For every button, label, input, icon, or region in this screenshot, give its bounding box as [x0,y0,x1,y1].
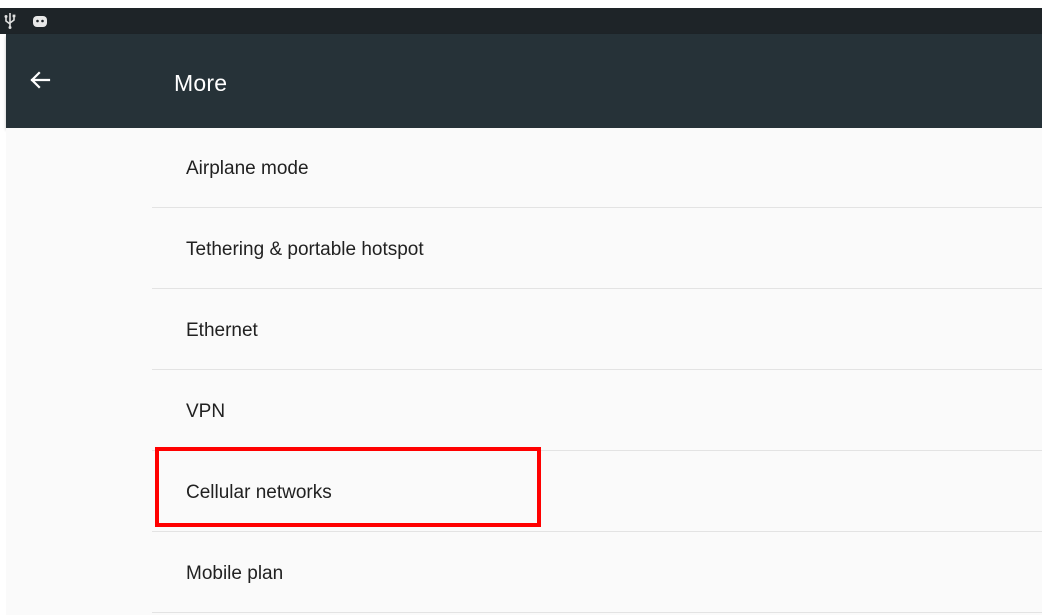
status-bar [0,8,1042,34]
divider [152,288,1042,289]
arrow-left-icon [29,69,51,96]
divider [152,207,1042,208]
list-item-label: Airplane mode [186,158,309,179]
list-item-airplane-mode[interactable]: Airplane mode [152,128,1042,208]
list-item-ethernet[interactable]: Ethernet [152,290,1042,370]
list-item-mobile-plan[interactable]: Mobile plan [152,533,1042,613]
list-item-label: Mobile plan [186,563,284,584]
settings-list: Airplane mode Tethering & portable hotsp… [6,128,1042,615]
back-button[interactable] [22,64,58,100]
status-icons [4,12,48,30]
list-item-label: VPN [186,401,226,422]
settings-screen: More Airplane mode Tethering & portable … [0,0,1042,615]
divider [152,612,1042,613]
usb-icon [4,13,16,29]
divider [152,369,1042,370]
highlight-box [155,447,541,527]
android-icon [32,14,48,28]
list-item-tethering-hotspot[interactable]: Tethering & portable hotspot [152,209,1042,289]
page-title: More [174,70,228,96]
list-item-vpn[interactable]: VPN [152,371,1042,451]
app-bar: More [6,34,1042,128]
divider [152,531,1042,532]
list-item-label: Tethering & portable hotspot [186,239,424,260]
list-item-label: Ethernet [186,320,258,341]
